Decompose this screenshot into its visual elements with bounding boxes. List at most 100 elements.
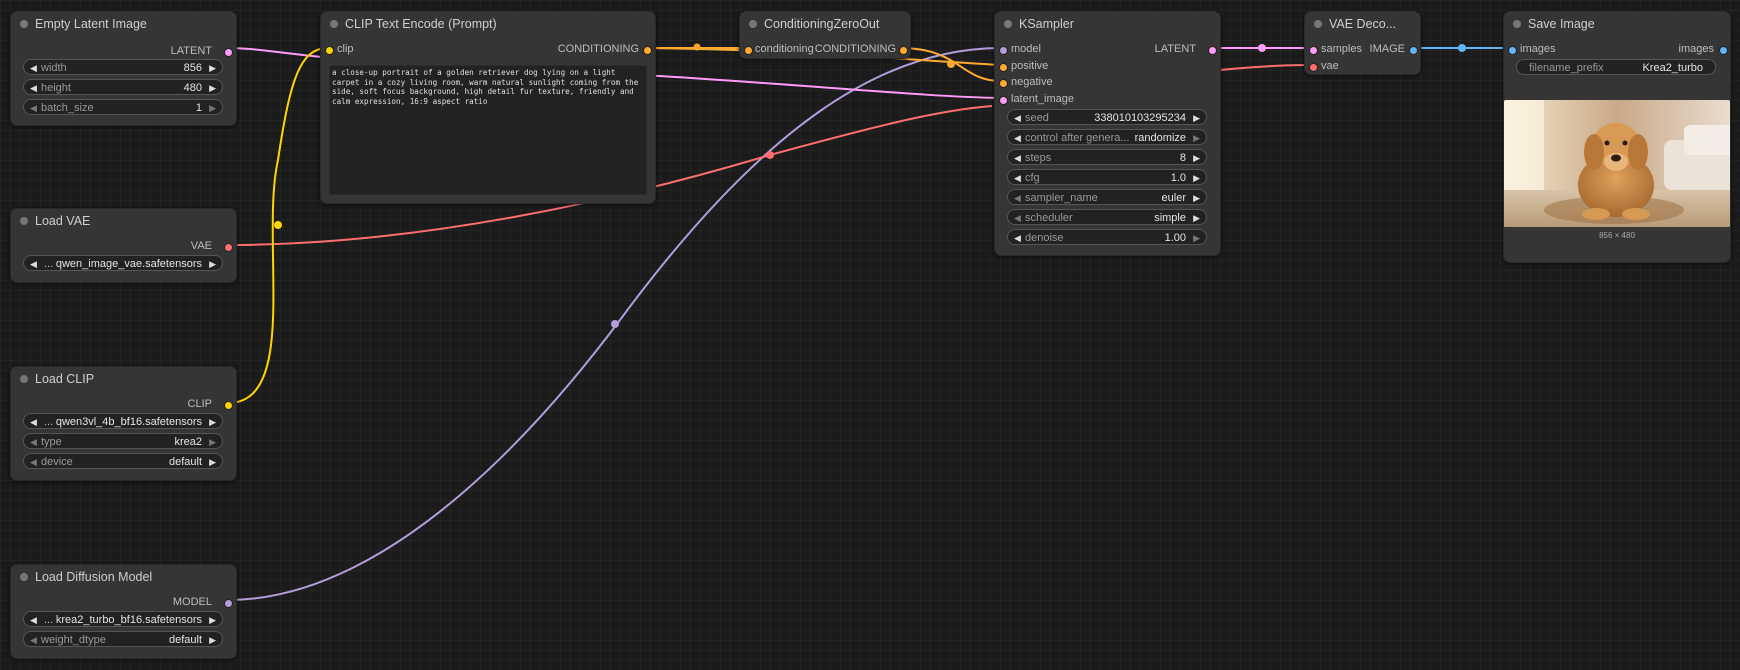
widget-seed[interactable]: ◀ seed 338010103295234 ▶ [1007,109,1207,125]
next-icon[interactable]: ▶ [1193,190,1200,206]
output-port-model[interactable] [224,598,233,608]
decrement-icon[interactable]: ◀ [30,60,37,76]
widget-control-after-generate[interactable]: ◀ control after genera... randomize ▶ [1007,129,1207,145]
collapse-dot-icon[interactable] [20,573,28,581]
node-title[interactable]: KSampler [995,12,1220,36]
collapse-dot-icon[interactable] [1004,20,1012,28]
increment-icon[interactable]: ▶ [209,100,216,116]
previous-icon[interactable]: ◀ [30,414,37,430]
widget-batch-size[interactable]: ◀ batch_size 1 ▶ [23,99,223,115]
previous-icon[interactable]: ◀ [30,434,37,450]
node-title[interactable]: Load CLIP [11,367,236,391]
widget-width[interactable]: ◀ width 856 ▶ [23,59,223,75]
node-load-vae[interactable]: Load VAE VAE ◀ ... qwen_image_vae.safete… [10,208,237,283]
node-title[interactable]: Save Image [1504,12,1730,36]
node-conditioning-zero-out[interactable]: ConditioningZeroOut conditioning CONDITI… [739,11,911,59]
widget-weight-dtype[interactable]: ◀ weight_dtype default ▶ [23,631,223,647]
previous-icon[interactable]: ◀ [30,454,37,470]
node-load-diffusion-model[interactable]: Load Diffusion Model MODEL ◀ ... krea2_t… [10,564,237,659]
previous-icon[interactable]: ◀ [1014,190,1021,206]
decrement-icon[interactable]: ◀ [30,100,37,116]
input-port-conditioning[interactable] [744,45,753,55]
output-port-conditioning[interactable] [643,45,652,55]
input-port-latent-image[interactable] [999,95,1008,105]
previous-icon[interactable]: ◀ [1014,130,1021,146]
prompt-textarea[interactable]: a close-up portrait of a golden retrieve… [329,65,647,195]
node-title[interactable]: CLIP Text Encode (Prompt) [321,12,655,36]
decrement-icon[interactable]: ◀ [1014,110,1021,126]
previous-icon[interactable]: ◀ [1014,210,1021,226]
collapse-dot-icon[interactable] [749,20,757,28]
next-icon[interactable]: ▶ [209,632,216,648]
collapse-dot-icon[interactable] [330,20,338,28]
widget-height[interactable]: ◀ height 480 ▶ [23,79,223,95]
node-save-image[interactable]: Save Image images images filename_prefix… [1503,11,1731,263]
next-icon[interactable]: ▶ [209,414,216,430]
collapse-dot-icon[interactable] [1513,20,1521,28]
output-image-preview[interactable] [1504,100,1730,227]
widget-steps[interactable]: ◀ steps 8 ▶ [1007,149,1207,165]
node-title[interactable]: Load VAE [11,209,236,233]
widget-sampler-name[interactable]: ◀ sampler_name euler ▶ [1007,189,1207,205]
input-label-model: model [1011,43,1041,55]
node-vae-decode[interactable]: VAE Deco... samples vae IMAGE [1304,11,1421,75]
widget-clip-device[interactable]: ◀ device default ▶ [23,453,223,469]
input-port-negative[interactable] [999,78,1008,88]
next-icon[interactable]: ▶ [1193,130,1200,146]
image-size-caption: 856 × 480 [1599,231,1635,240]
input-port-vae[interactable] [1309,62,1318,72]
output-port-clip[interactable] [224,400,233,410]
output-port-vae[interactable] [224,242,233,252]
node-title[interactable]: ConditioningZeroOut [740,12,910,36]
output-port-latent[interactable] [224,47,233,57]
output-port-conditioning[interactable] [899,45,908,55]
widget-cfg[interactable]: ◀ cfg 1.0 ▶ [1007,169,1207,185]
output-port-latent[interactable] [1208,45,1217,55]
widget-filename-prefix[interactable]: filename_prefix Krea2_turbo [1516,59,1716,75]
widget-scheduler[interactable]: ◀ scheduler simple ▶ [1007,209,1207,225]
increment-icon[interactable]: ▶ [1193,170,1200,186]
node-title[interactable]: VAE Deco... [1305,12,1420,36]
widget-unet-name[interactable]: ◀ ... krea2_turbo_bf16.safetensors ▶ [23,611,223,627]
increment-icon[interactable]: ▶ [1193,150,1200,166]
decrement-icon[interactable]: ◀ [1014,150,1021,166]
decrement-icon[interactable]: ◀ [1014,170,1021,186]
previous-icon[interactable]: ◀ [30,612,37,628]
collapse-dot-icon[interactable] [20,375,28,383]
widget-clip-type[interactable]: ◀ type krea2 ▶ [23,433,223,449]
widget-denoise[interactable]: ◀ denoise 1.00 ▶ [1007,229,1207,245]
node-load-clip[interactable]: Load CLIP CLIP ◀ ... qwen3vl_4b_bf16.saf… [10,366,237,481]
node-title[interactable]: Empty Latent Image [11,12,236,36]
input-port-model[interactable] [999,45,1008,55]
collapse-dot-icon[interactable] [1314,20,1322,28]
input-port-clip[interactable] [325,45,334,55]
next-icon[interactable]: ▶ [209,612,216,628]
widget-vae-name[interactable]: ◀ ... qwen_image_vae.safetensors ▶ [23,255,223,271]
increment-icon[interactable]: ▶ [1193,230,1200,246]
collapse-dot-icon[interactable] [20,217,28,225]
decrement-icon[interactable]: ◀ [30,80,37,96]
widget-clip-name[interactable]: ◀ ... qwen3vl_4b_bf16.safetensors ▶ [23,413,223,429]
output-port-image[interactable] [1409,45,1418,55]
node-empty-latent-image[interactable]: Empty Latent Image LATENT ◀ width 856 ▶ … [10,11,237,126]
previous-icon[interactable]: ◀ [30,256,37,272]
input-port-images[interactable] [1508,45,1517,55]
node-ksampler[interactable]: KSampler model positive negative latent_… [994,11,1221,256]
next-icon[interactable]: ▶ [209,454,216,470]
collapse-dot-icon[interactable] [20,20,28,28]
next-icon[interactable]: ▶ [209,256,216,272]
increment-icon[interactable]: ▶ [209,60,216,76]
node-title[interactable]: Load Diffusion Model [11,565,236,589]
next-icon[interactable]: ▶ [1193,210,1200,226]
output-port-images[interactable] [1719,45,1728,55]
node-clip-text-encode[interactable]: CLIP Text Encode (Prompt) clip CONDITION… [320,11,656,204]
increment-icon[interactable]: ▶ [209,80,216,96]
increment-icon[interactable]: ▶ [1193,110,1200,126]
input-port-samples[interactable] [1309,45,1318,55]
output-label-clip: CLIP [187,398,212,410]
previous-icon[interactable]: ◀ [30,632,37,648]
input-port-positive[interactable] [999,62,1008,72]
next-icon[interactable]: ▶ [209,434,216,450]
decrement-icon[interactable]: ◀ [1014,230,1021,246]
output-label-conditioning: CONDITIONING [814,43,896,55]
